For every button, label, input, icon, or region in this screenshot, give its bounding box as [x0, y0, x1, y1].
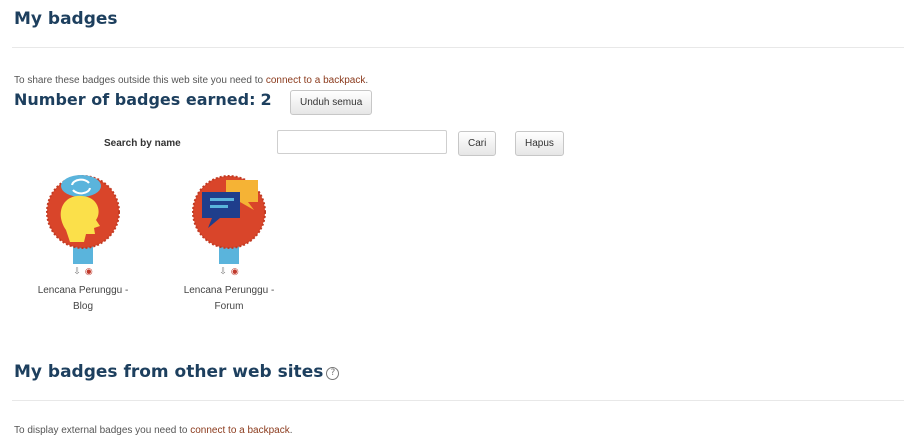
period: . — [289, 425, 293, 436]
clear-button[interactable]: Hapus — [515, 131, 564, 156]
badge-name-line: Blog — [72, 301, 93, 312]
speech-bubbles-icon[interactable] — [184, 172, 274, 264]
badge-name[interactable]: Lencana Perunggu - Blog — [28, 283, 138, 315]
eye-icon[interactable]: ◉ — [231, 266, 239, 276]
badge-count-label: Number of badges earned: — [14, 90, 256, 109]
badge-item[interactable]: ⇩ ◉ Lencana Perunggu - Blog — [28, 172, 138, 315]
download-icon[interactable]: ⇩ — [73, 266, 81, 276]
badge-count: Number of badges earned: 2 — [14, 90, 272, 109]
help-icon[interactable]: ? — [326, 367, 340, 380]
page-title: My badges — [14, 9, 118, 29]
badge-name-line: Lencana Perunggu - — [183, 285, 275, 296]
backpack-info-text: To share these badges outside this web s… — [14, 75, 266, 86]
badge-name[interactable]: Lencana Perunggu - Forum — [174, 283, 284, 315]
backpack-info: To share these badges outside this web s… — [14, 75, 368, 86]
download-icon[interactable]: ⇩ — [219, 266, 227, 276]
search-label: Search by name — [104, 138, 181, 149]
search-input[interactable] — [277, 130, 447, 154]
search-button[interactable]: Cari — [458, 131, 497, 156]
badge-name-line: Forum — [214, 301, 244, 312]
connect-backpack-link[interactable]: connect to a backpack — [266, 75, 366, 86]
badge-item[interactable]: ⇩ ◉ Lencana Perunggu - Forum — [174, 172, 284, 315]
external-backpack-info: To display external badges you need to c… — [14, 425, 293, 436]
badge-name-line: Lencana Perunggu - — [37, 285, 129, 296]
external-badges-title: My badges from other web sites? — [14, 362, 340, 382]
head-thinking-icon[interactable] — [38, 172, 128, 264]
divider — [12, 47, 904, 48]
connect-backpack-link[interactable]: connect to a backpack — [190, 425, 290, 436]
period: . — [365, 75, 369, 86]
badge-count-value: 2 — [260, 90, 272, 109]
badge-tools: ⇩ ◉ — [174, 266, 284, 277]
badge-tools: ⇩ ◉ — [28, 266, 138, 277]
external-badges-title-text: My badges from other web sites — [14, 362, 324, 382]
download-all-button[interactable]: Unduh semua — [290, 90, 373, 115]
divider — [12, 400, 904, 401]
external-info-text: To display external badges you need to — [14, 425, 191, 436]
eye-icon[interactable]: ◉ — [85, 266, 93, 276]
